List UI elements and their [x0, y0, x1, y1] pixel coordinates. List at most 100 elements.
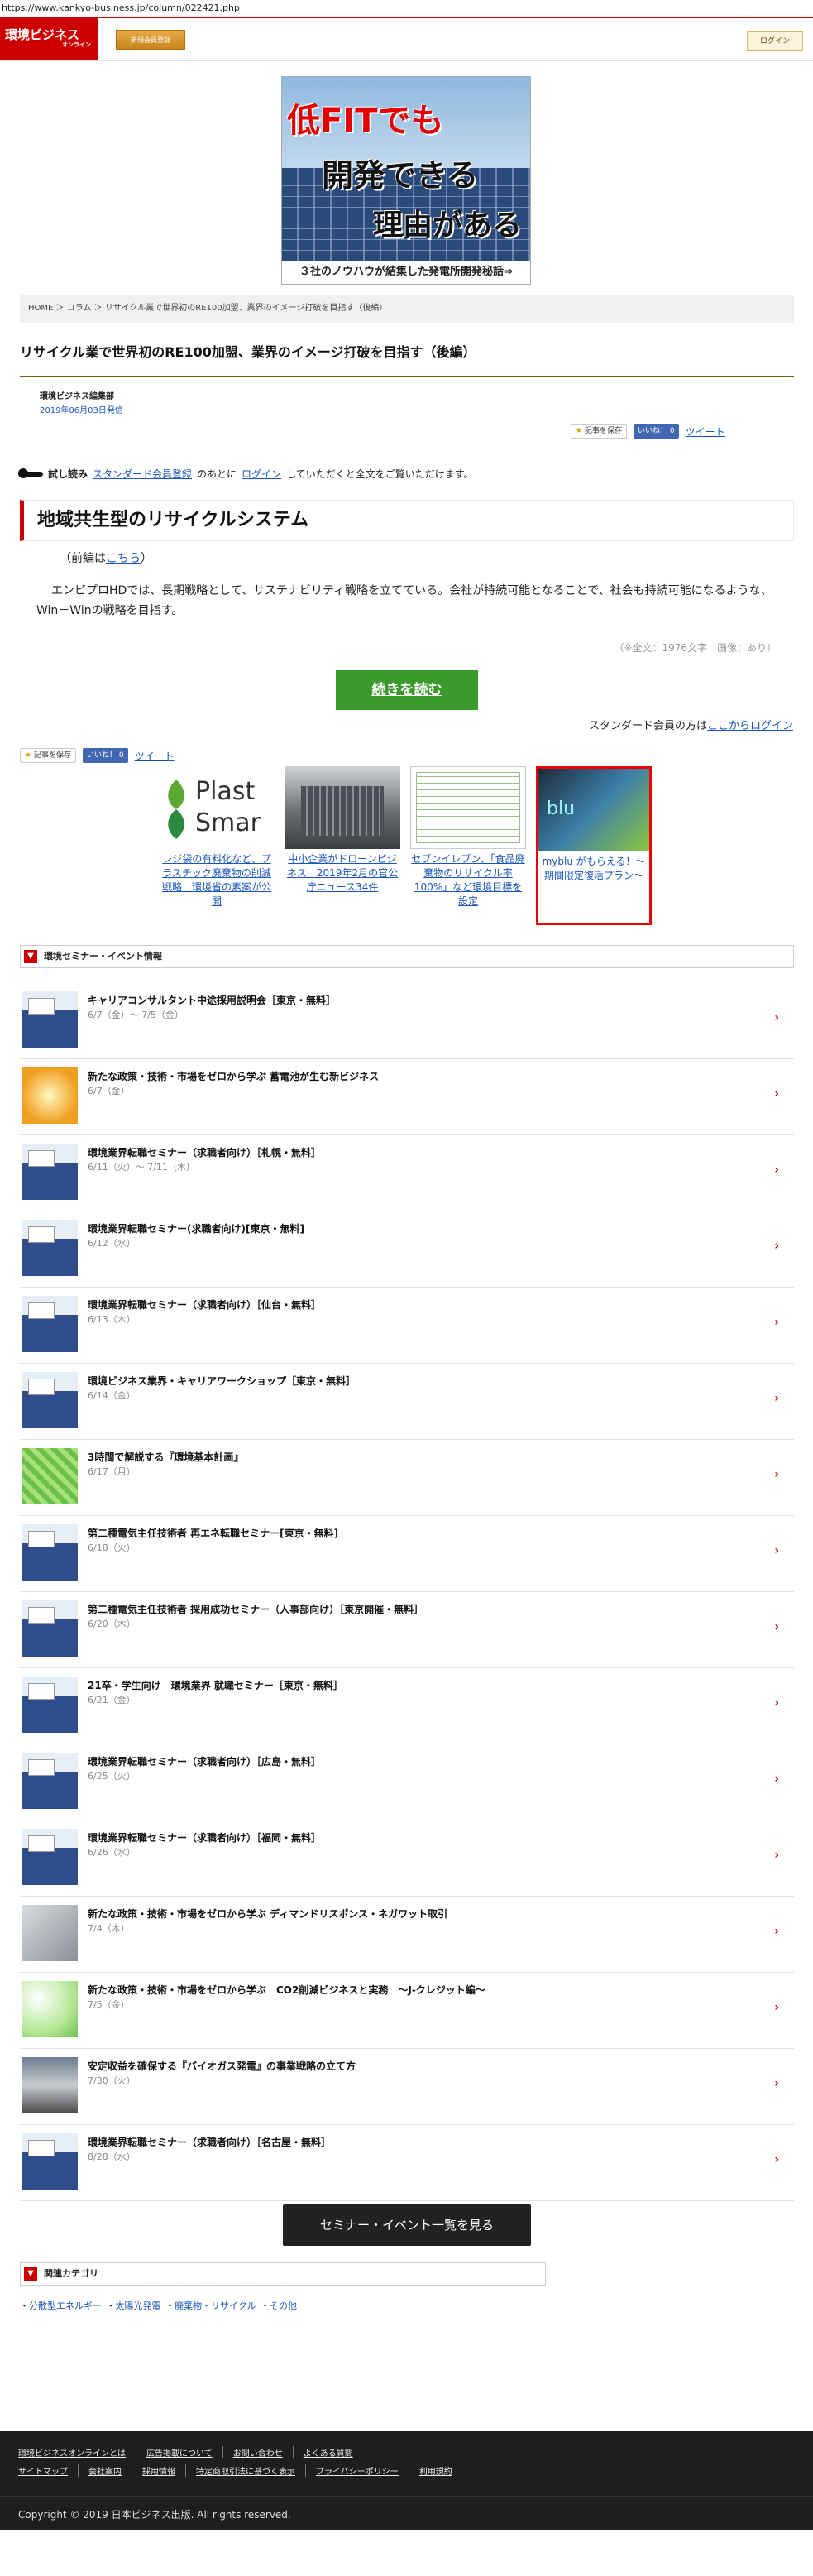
events-list: キャリアコンサルタント中途採用説明会［東京・無料］ 6/7（金）～ 7/5（金） ›…	[20, 983, 794, 2201]
building-photo	[285, 766, 400, 849]
event-item[interactable]: 環境業界転職セミナー（求職者向け）［仙台・無料］ 6/13（木） ›	[20, 1288, 794, 1364]
event-item[interactable]: キャリアコンサルタント中途採用説明会［東京・無料］ 6/7（金）～ 7/5（金） ›	[20, 983, 794, 1059]
plastic-logo-image: Plast Smar	[159, 766, 275, 849]
event-thumbnail	[22, 1372, 78, 1428]
continue-reading-button[interactable]: 続きを読む	[336, 670, 478, 710]
event-item[interactable]: 環境業界転職セミナー(求職者向け)[東京・無料] 6/12（水） ›	[20, 1211, 794, 1288]
save-article-button[interactable]: ★ 記事を保存	[571, 424, 627, 439]
prev-end: ）	[141, 552, 152, 565]
event-item[interactable]: 安定収益を確保する『バイオガス発電』の事業戦略の立て方 7/30（火） ›	[20, 2049, 794, 2125]
star-icon: ★	[25, 751, 32, 760]
event-item[interactable]: 新たな政策・技術・市場をゼロから学ぶ ディマンドリスポンス・ネガワット取引 7/4…	[20, 1897, 794, 1973]
tweet-link[interactable]: ツイート	[135, 749, 175, 763]
footer-link[interactable]: よくある質問	[294, 2446, 363, 2458]
copyright: Copyright © 2019 日本ビジネス出版. All rights re…	[18, 2509, 291, 2521]
all-events-button[interactable]: セミナー・イベント一覧を見る	[283, 2204, 531, 2246]
related-thumb-plastic[interactable]: Plast Smar レジ袋の有料化など、プラスチック廃棄物の削減戦略 環境省の…	[159, 766, 275, 909]
trial-read-notice: 試し読み スタンダード会員登録 のあとに ログイン していただくと全文をご覧いた…	[18, 467, 474, 481]
event-item[interactable]: 21卒・学生向け 環境業界 就職セミナー［東京・無料］ 6/21（金） ›	[20, 1668, 794, 1744]
logo-sub-text: オンライン	[62, 41, 91, 48]
member-text: スタンダード会員の方は	[588, 720, 707, 732]
related-thumb-drone[interactable]: 中小企業がドローンビジネス 2019年2月の官公庁ニュース34件	[285, 766, 400, 895]
member-login-link[interactable]: ここからログイン	[707, 720, 793, 732]
chevron-right-icon: ›	[774, 1011, 779, 1024]
related-thumb-myblu-ad[interactable]: blu myblu がもらえる！～期間限定復活プラン～	[536, 766, 652, 925]
leaf-logo-icon	[168, 780, 184, 839]
footer-link[interactable]: 特定商取引法に基づく表示	[186, 2464, 306, 2477]
related-thumb-caption: myblu がもらえる！～期間限定復活プラン～	[542, 856, 646, 881]
category-link[interactable]: 太陽光発電	[116, 2300, 161, 2311]
myblu-word: blu	[547, 799, 576, 819]
footer-link[interactable]: プライバシーポリシー	[306, 2464, 409, 2477]
chevron-right-icon: ›	[774, 1468, 779, 1481]
related-categories-title: 関連カテゴリ	[44, 2268, 98, 2279]
facebook-like-button[interactable]: いいね！ 0	[82, 748, 128, 763]
event-thumbnail	[22, 1448, 78, 1504]
standard-register-link[interactable]: スタンダード会員登録	[93, 467, 192, 481]
footer-link[interactable]: お問い合わせ	[223, 2446, 294, 2458]
banner-caption: ３社のノウハウが結集した発電所開発秘話⇒	[282, 261, 530, 284]
save-article-button[interactable]: ★ 記事を保存	[20, 748, 76, 763]
footer-link[interactable]: 広告掲載について	[136, 2446, 223, 2458]
register-button[interactable]: 新規会員登録	[116, 30, 185, 50]
event-thumbnail	[22, 991, 78, 1048]
event-thumbnail	[22, 1905, 78, 1961]
event-item[interactable]: 環境業界転職セミナー（求職者向け）［名古屋・無料］ 8/28（水） ›	[20, 2125, 794, 2201]
event-thumbnail	[22, 1220, 78, 1276]
chevron-right-icon: ›	[774, 1696, 779, 1710]
banner-headline-1: 低FITでも	[287, 102, 444, 140]
trial-login-link[interactable]: ログイン	[242, 467, 281, 481]
event-thumbnail	[22, 1981, 78, 2037]
related-article-thumbnails: Plast Smar レジ袋の有料化など、プラスチック廃棄物の削減戦略 環境省の…	[159, 766, 655, 928]
event-date: 7/4（木）	[88, 1923, 130, 1934]
category-link[interactable]: 分散型エネルギー	[29, 2300, 102, 2311]
related-thumb-seven-eleven[interactable]: セブンイレブン、「食品廃棄物のリサイクル率100%」など環境目標を設定	[410, 766, 526, 909]
event-date: 6/7（金）～ 7/5（金）	[88, 1010, 184, 1020]
event-item[interactable]: 3時間で解説する『環境基本計画』 6/17（月） ›	[20, 1440, 794, 1516]
event-title: キャリアコンサルタント中途採用説明会［東京・無料］	[88, 995, 337, 1006]
footer-link[interactable]: サイトマップ	[18, 2464, 79, 2477]
site-logo[interactable]: 環境ビジネス オンライン	[0, 18, 98, 60]
document-image	[410, 766, 526, 849]
chevron-right-icon: ›	[774, 1087, 779, 1101]
event-item[interactable]: 第二種電気主任技術者 再エネ転職セミナー[東京・無料] 6/18（火） ›	[20, 1516, 794, 1592]
event-date: 6/18（火）	[88, 1542, 136, 1553]
chevron-right-icon: ›	[774, 1925, 779, 1938]
chevron-right-icon: ›	[774, 2001, 779, 2014]
star-icon: ★	[576, 427, 583, 435]
event-item[interactable]: 新たな政策・技術・市場をゼロから学ぶ CO2削減ビジネスと実務 ～J-クレジット…	[20, 1973, 794, 2049]
site-footer: 環境ビジネスオンラインとは 広告掲載について お問い合わせ よくある質問 サイト…	[0, 2431, 813, 2530]
event-item[interactable]: 環境業界転職セミナー（求職者向け）［札幌・無料］ 6/11（火）～ 7/11（木）…	[20, 1135, 794, 1211]
event-title: 21卒・学生向け 環境業界 就職セミナー［東京・無料］	[88, 1680, 343, 1691]
event-title: 3時間で解説する『環境基本計画』	[88, 1451, 244, 1463]
footer-link[interactable]: 環境ビジネスオンラインとは	[18, 2446, 136, 2458]
save-article-label: 記事を保存	[584, 427, 622, 435]
char-count: （※全文：1976文字 画像：あり）	[614, 642, 777, 654]
banner-headline-3: 理由がある	[373, 209, 523, 242]
related-thumb-caption: セブンイレブン、「食品廃棄物のリサイクル率100%」など環境目標を設定	[411, 853, 525, 907]
footer-link[interactable]: 採用情報	[132, 2464, 186, 2477]
tweet-link[interactable]: ツイート	[686, 425, 725, 439]
facebook-like-button[interactable]: いいね！ 0	[633, 424, 679, 439]
event-thumbnail	[22, 1600, 78, 1657]
event-item[interactable]: 環境業界転職セミナー（求職者向け）［福岡・無料］ 6/26（水） ›	[20, 1820, 794, 1897]
event-item[interactable]: 第二種電気主任技術者 採用成功セミナー（人事部向け）［東京開催・無料］ 6/20（…	[20, 1592, 794, 1668]
event-item[interactable]: 新たな政策・技術・市場をゼロから学ぶ 蓄電池が生む新ビジネス 6/7（金） ›	[20, 1059, 794, 1135]
related-categories: ・分散型エネルギー ・太陽光発電 ・廃棄物・リサイクル ・その他	[20, 2300, 297, 2311]
event-item[interactable]: 環境業界転職セミナー（求職者向け）［広島・無料］ 6/25（火） ›	[20, 1744, 794, 1820]
login-button[interactable]: ログイン	[747, 31, 803, 51]
event-item[interactable]: 環境ビジネス業界・キャリアワークショップ［東京・無料］ 6/14（金） ›	[20, 1364, 794, 1440]
chevron-right-icon: ›	[774, 1316, 779, 1329]
article-title: リサイクル業で世界初のRE100加盟、業界のイメージ打破を目指す（後編）	[20, 341, 794, 377]
breadcrumb[interactable]: HOME ＞ コラム ＞ リサイクル業で世界初のRE100加盟、業界のイメージ打…	[20, 295, 794, 323]
event-date: 6/26（水）	[88, 1847, 136, 1858]
footer-links-row1: 環境ビジネスオンラインとは 広告掲載について お問い合わせ よくある質問	[18, 2446, 363, 2458]
previous-part-link[interactable]: こちら	[106, 552, 141, 565]
banner-headline-2: 開発できる	[322, 157, 479, 194]
footer-link[interactable]: 利用規約	[409, 2464, 462, 2477]
footer-link[interactable]: 会社案内	[79, 2464, 132, 2477]
category-link[interactable]: その他	[270, 2300, 297, 2311]
category-link[interactable]: 廃棄物・リサイクル	[175, 2300, 256, 2311]
event-date: 6/14（金）	[88, 1390, 136, 1401]
ad-banner[interactable]: 低FITでも 開発できる 理由がある ３社のノウハウが結集した発電所開発秘話⇒	[281, 76, 531, 285]
